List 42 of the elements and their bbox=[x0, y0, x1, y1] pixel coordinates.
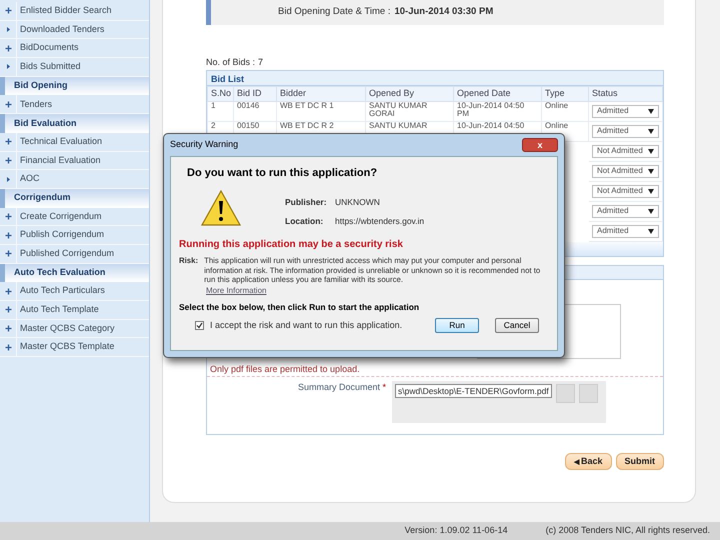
bid-count-value: 7 bbox=[258, 56, 264, 70]
table-cell: 2 bbox=[211, 120, 216, 130]
column-header: Status bbox=[588, 86, 662, 101]
column-header: Bid ID bbox=[234, 86, 276, 101]
table-cell: 1 bbox=[211, 100, 216, 110]
table-cell: 00146 bbox=[237, 100, 260, 110]
location-value: https://wbtenders.gov.in bbox=[335, 215, 424, 228]
table-cell: 10-Jun-2014 04:50 bbox=[457, 120, 524, 130]
sidebar-header: Bid Opening bbox=[0, 76, 149, 96]
publisher-label: Publisher: bbox=[285, 196, 325, 208]
table-cell: WB ET DC R 2 bbox=[280, 120, 334, 130]
sidebar-header: Auto Tech Evaluation bbox=[0, 264, 149, 282]
sidebar-header: Bid Evaluation bbox=[0, 114, 149, 133]
opening-label: Bid Opening Date & Time : bbox=[278, 5, 390, 20]
table-cell: SANTU KUMAR bbox=[369, 120, 428, 130]
summary-label: Summary Document bbox=[298, 382, 380, 392]
column-header: Bidder bbox=[276, 86, 366, 101]
bid-count-label: No. of Bids : bbox=[206, 56, 256, 70]
location-label: Location: bbox=[285, 215, 324, 228]
dialog-heading: Do you want to run this application? bbox=[187, 166, 378, 181]
table-cell: 00150 bbox=[237, 120, 260, 130]
publisher-value: UNKNOWN bbox=[335, 196, 380, 208]
panel-title: Bid List bbox=[207, 71, 663, 86]
copyright-text: (c) 2008 Tenders NIC, All rights reserved. bbox=[546, 524, 710, 538]
table-cell: Online bbox=[545, 120, 568, 130]
table-cell: SANTU KUMAR GORAI bbox=[369, 100, 428, 118]
column-header: Type bbox=[542, 86, 588, 101]
version-text: Version: 1.09.02 11-06-14 bbox=[404, 524, 508, 538]
dialog-title: Security Warning bbox=[170, 138, 238, 152]
accept-label: I accept the risk and want to run this application. bbox=[210, 318, 402, 332]
warning-text: Running this application may be a security risk bbox=[179, 238, 404, 252]
table-cell: WB ET DC R 1 bbox=[280, 100, 334, 110]
column-header: S.No bbox=[208, 86, 234, 101]
instruction-text: Select the box below, then click Run to start the application bbox=[179, 301, 420, 314]
upload-note: Only pdf files are permitted to upload. bbox=[207, 362, 663, 376]
opening-value: 10-Jun-2014 03:30 PM bbox=[394, 5, 494, 20]
column-header: Opened Date bbox=[454, 86, 542, 101]
sidebar-header: Corrigendum bbox=[0, 188, 149, 208]
column-header: Opened By bbox=[366, 86, 454, 101]
table-cell: 10-Jun-2014 04:50 PM bbox=[457, 100, 524, 118]
required-mark: * bbox=[382, 382, 386, 392]
table-cell: Online bbox=[545, 100, 568, 110]
